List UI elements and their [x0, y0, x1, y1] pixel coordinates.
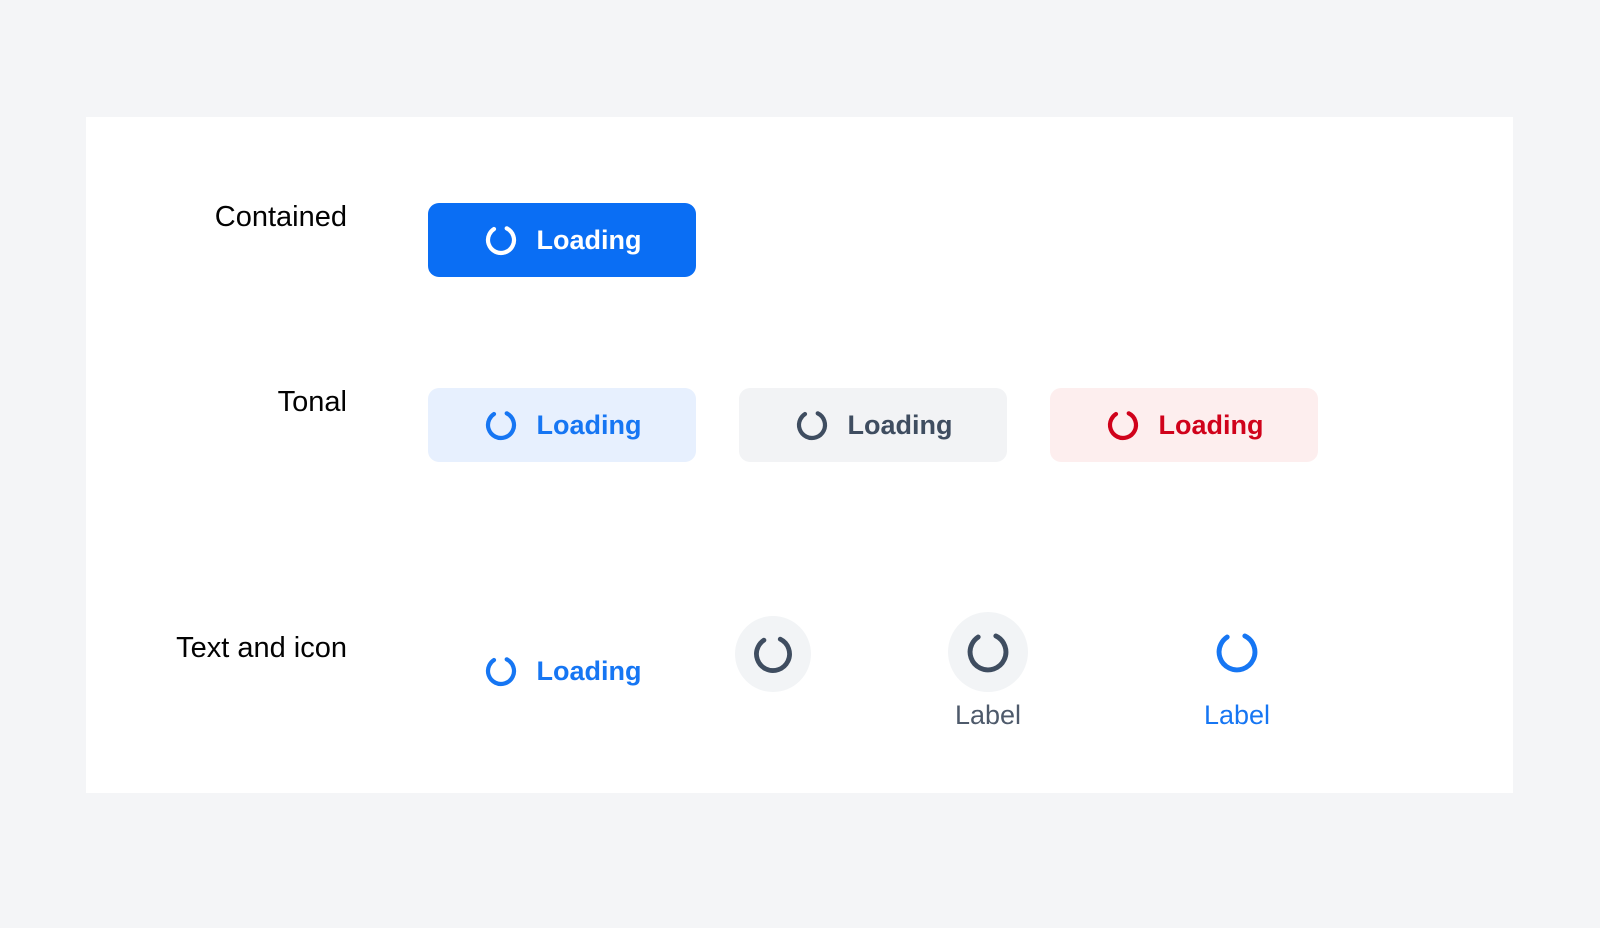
row-label-text-and-icon: Text and icon [176, 632, 347, 664]
circle-icon-button-labeled-gray-group: Label [948, 612, 1028, 729]
loading-spinner-icon [483, 222, 519, 258]
row-contained-items: Loading [347, 203, 1513, 277]
circle-icon-button-group [735, 616, 811, 692]
circle-icon-button-labeled-blue-group: Label [1197, 612, 1277, 729]
loading-spinner-icon [794, 407, 830, 443]
circle-icon-button-label-blue: Label [1203, 700, 1271, 730]
text-loading-button-label: Loading [536, 655, 642, 686]
tonal-gray-loading-button-label: Loading [847, 409, 953, 440]
row-text-and-icon: Text and icon Loading Label Label [86, 590, 1513, 729]
tonal-gray-loading-button[interactable]: Loading [739, 388, 1007, 462]
contained-loading-button-label: Loading [536, 224, 642, 255]
loading-spinner-icon [483, 653, 519, 689]
loading-spinner-icon [483, 407, 519, 443]
tonal-red-loading-button-label: Loading [1158, 409, 1264, 440]
loading-spinner-icon [1211, 626, 1263, 678]
tonal-red-loading-button[interactable]: Loading [1050, 388, 1318, 462]
loading-spinner-icon [749, 630, 797, 678]
row-label-contained: Contained [214, 201, 347, 233]
circle-icon-button-label-gray: Label [954, 700, 1022, 730]
circle-loading-icon-button-labeled-blue[interactable] [1197, 612, 1277, 692]
tonal-blue-loading-button-label: Loading [536, 409, 642, 440]
row-contained: Contained Loading [86, 203, 1513, 277]
loading-spinner-icon [1105, 407, 1141, 443]
contained-loading-button[interactable]: Loading [428, 203, 696, 277]
row-tonal: Tonal Loading Loading Loading [86, 388, 1513, 462]
row-text-and-icon-items: Loading Label Label [347, 590, 1513, 729]
showcase-card: Contained Loading Tonal Loading Loading … [86, 117, 1513, 793]
circle-loading-icon-button-labeled-gray[interactable] [948, 612, 1028, 692]
circle-loading-icon-button[interactable] [735, 616, 811, 692]
text-loading-button[interactable]: Loading [428, 634, 696, 708]
row-tonal-items: Loading Loading Loading [347, 388, 1513, 462]
row-label-tonal: Tonal [277, 386, 347, 418]
tonal-blue-loading-button[interactable]: Loading [428, 388, 696, 462]
loading-spinner-icon [962, 626, 1014, 678]
